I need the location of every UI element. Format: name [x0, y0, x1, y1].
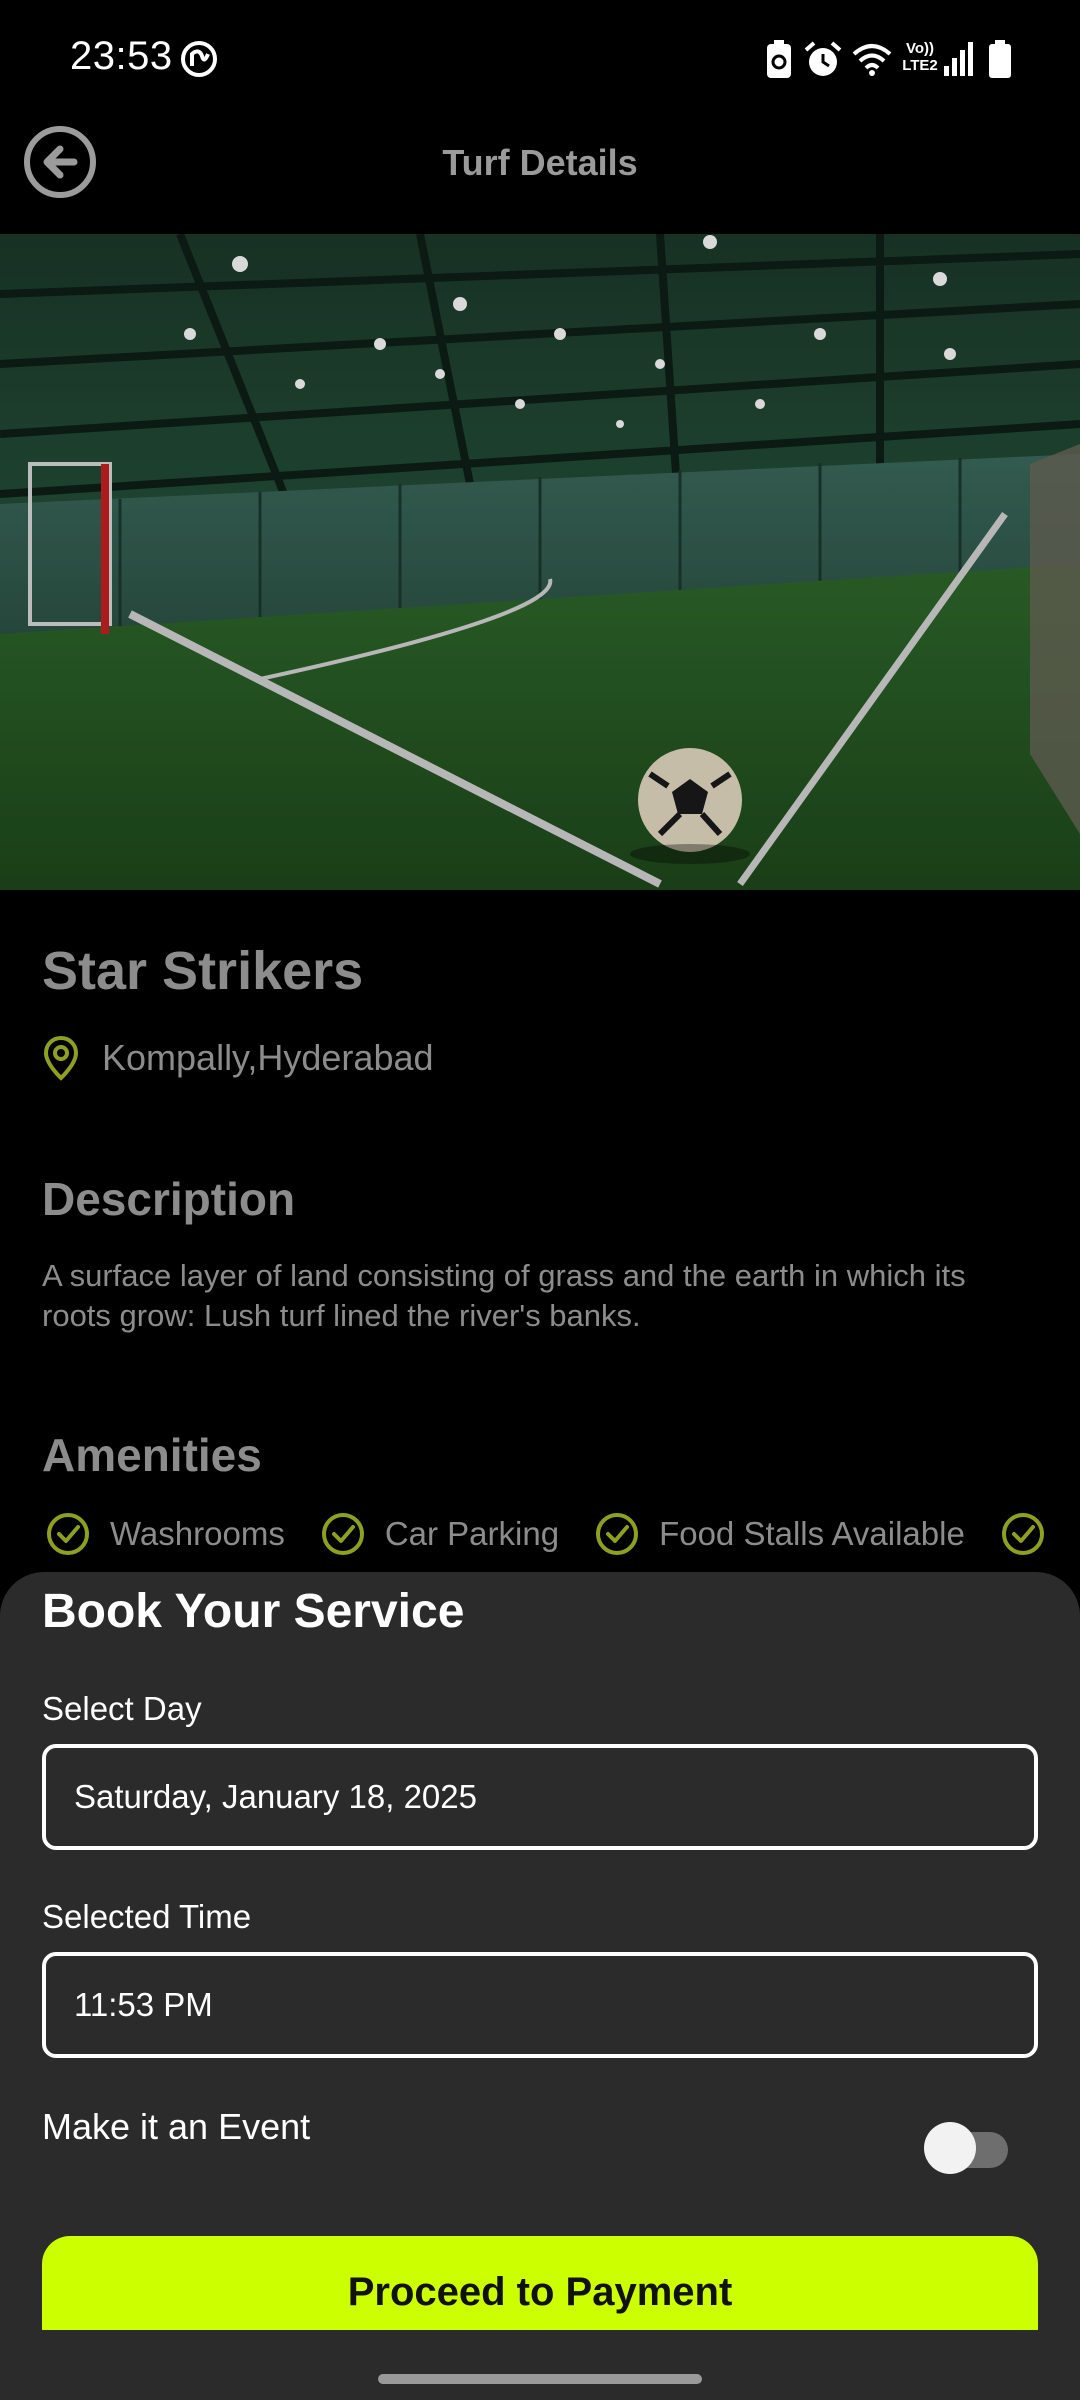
- selected-time-value: 11:53 PM: [74, 1986, 213, 2023]
- location-pin-icon: [43, 1035, 79, 1081]
- amenities-heading: Amenities: [42, 1429, 262, 1481]
- description-heading: Description: [42, 1173, 296, 1225]
- status-bar: 23:53 Vo)) LTE2: [0, 0, 1080, 120]
- select-day-value: Saturday, January 18, 2025: [74, 1778, 477, 1815]
- description-body: A surface layer of land consisting of gr…: [42, 1258, 966, 1333]
- make-event-toggle[interactable]: [924, 2122, 1008, 2174]
- location-text: Kompally,Hyderabad: [102, 1037, 434, 1078]
- turf-name: Star Strikers: [42, 941, 364, 1001]
- location-row: Kompally,Hyderabad: [42, 1034, 434, 1082]
- check-circle-icon: [47, 1513, 89, 1555]
- signal-icon: [944, 42, 973, 76]
- select-day-field[interactable]: Saturday, January 18, 2025: [42, 1744, 1038, 1850]
- check-circle-icon: [1001, 1513, 1044, 1555]
- turf-hero-image: [0, 234, 1080, 890]
- page-title: Turf Details: [442, 142, 638, 183]
- check-circle-icon: [321, 1513, 364, 1555]
- amenity-item: Food Stalls Available: [595, 1512, 965, 1556]
- amenity-item: Car Parking: [321, 1512, 559, 1556]
- home-indicator[interactable]: [378, 2374, 702, 2384]
- battery-saver-icon: [767, 40, 791, 78]
- status-time: 23:53: [70, 34, 173, 78]
- battery-icon: [989, 40, 1011, 78]
- app-notification-icon: [181, 41, 217, 77]
- make-event-label: Make it an Event: [42, 2106, 311, 2147]
- select-day-label: Select Day: [42, 1690, 202, 1727]
- amenities-list[interactable]: Washrooms Car Parking Food Stalls Availa…: [46, 1512, 1080, 1556]
- check-circle-icon: [596, 1513, 639, 1555]
- booking-title: Book Your Service: [42, 1585, 465, 1638]
- alarm-icon: [804, 41, 842, 76]
- volte-lte2-icon: Vo)) LTE2: [902, 40, 938, 74]
- selected-time-label: Selected Time: [42, 1898, 252, 1935]
- bottom-strip: [0, 2330, 1080, 2400]
- selected-time-field[interactable]: 11:53 PM: [42, 1952, 1038, 2058]
- toggle-thumb: [924, 2122, 976, 2174]
- amenity-label: Washrooms: [110, 1515, 285, 1552]
- amenity-item: Washrooms: [46, 1512, 285, 1556]
- wifi-icon: [852, 44, 892, 76]
- amenity-label: Car Parking: [384, 1515, 560, 1552]
- amenity-item-partial: [1001, 1512, 1045, 1556]
- amenity-label: Food Stalls Available: [659, 1515, 965, 1552]
